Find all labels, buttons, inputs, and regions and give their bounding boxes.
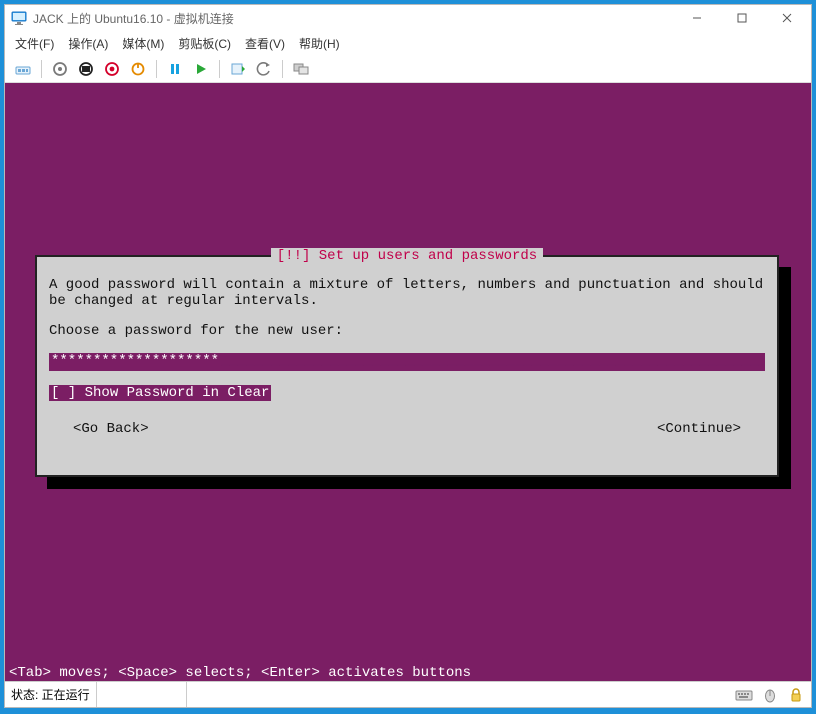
ctrl-alt-del-icon[interactable] — [13, 59, 33, 79]
close-button[interactable] — [764, 5, 809, 31]
dialog-nav: <Go Back> <Continue> — [49, 421, 765, 437]
enhanced-session-icon[interactable] — [291, 59, 311, 79]
password-fill: ________________________________________… — [221, 353, 765, 371]
password-input[interactable]: ******************** ___________________… — [49, 353, 765, 371]
show-password-checkbox[interactable]: [ ] Show Password in Clear — [49, 385, 271, 401]
checkbox-brackets: [ ] — [51, 385, 85, 401]
monitor-icon — [11, 10, 27, 26]
keyboard-icon[interactable] — [733, 684, 755, 706]
menu-media[interactable]: 媒体(M) — [122, 35, 164, 52]
menu-view[interactable]: 查看(V) — [245, 35, 285, 52]
menu-help[interactable]: 帮助(H) — [299, 35, 340, 52]
dialog-prompt: Choose a password for the new user: — [49, 323, 765, 339]
menubar: 文件(F) 操作(A) 媒体(M) 剪贴板(C) 查看(V) 帮助(H) — [5, 31, 811, 55]
continue-button[interactable]: <Continue> — [657, 421, 741, 437]
turnoff-icon[interactable] — [76, 59, 96, 79]
shutdown-icon[interactable] — [102, 59, 122, 79]
toolbar-separator — [282, 60, 283, 78]
minimize-button[interactable] — [674, 5, 719, 31]
toolbar-separator — [41, 60, 42, 78]
status-label: 状态: 正在运行 — [5, 682, 97, 707]
password-dialog: [!!] Set up users and passwords A good p… — [35, 255, 779, 477]
vm-window: JACK 上的 Ubuntu16.10 - 虚拟机连接 文件(F) 操作(A) … — [4, 4, 812, 708]
statusbar: 状态: 正在运行 — [5, 681, 811, 707]
window-title: JACK 上的 Ubuntu16.10 - 虚拟机连接 — [33, 10, 674, 27]
titlebar: JACK 上的 Ubuntu16.10 - 虚拟机连接 — [5, 5, 811, 31]
checkpoint-icon[interactable] — [228, 59, 248, 79]
lock-icon[interactable] — [785, 684, 807, 706]
pause-icon[interactable] — [165, 59, 185, 79]
mouse-icon[interactable] — [759, 684, 781, 706]
play-icon[interactable] — [191, 59, 211, 79]
revert-icon[interactable] — [254, 59, 274, 79]
start-icon[interactable] — [50, 59, 70, 79]
dialog-message: A good password will contain a mixture o… — [49, 277, 765, 309]
toolbar — [5, 55, 811, 83]
keyboard-hint: <Tab> moves; <Space> selects; <Enter> ac… — [9, 665, 471, 681]
status-spacer — [97, 682, 187, 707]
show-password-label: Show Password in Clear — [85, 385, 270, 401]
go-back-button[interactable]: <Go Back> — [73, 421, 149, 437]
toolbar-separator — [219, 60, 220, 78]
vm-display[interactable]: [!!] Set up users and passwords A good p… — [5, 83, 811, 681]
menu-clip[interactable]: 剪贴板(C) — [178, 35, 231, 52]
password-masked: ******************** — [49, 353, 221, 371]
installer-screen: [!!] Set up users and passwords A good p… — [5, 83, 811, 681]
toolbar-separator — [156, 60, 157, 78]
dialog-title: [!!] Set up users and passwords — [271, 248, 543, 264]
window-buttons — [674, 5, 809, 31]
reset-icon[interactable] — [128, 59, 148, 79]
menu-action[interactable]: 操作(A) — [68, 35, 108, 52]
menu-file[interactable]: 文件(F) — [15, 35, 54, 52]
maximize-button[interactable] — [719, 5, 764, 31]
